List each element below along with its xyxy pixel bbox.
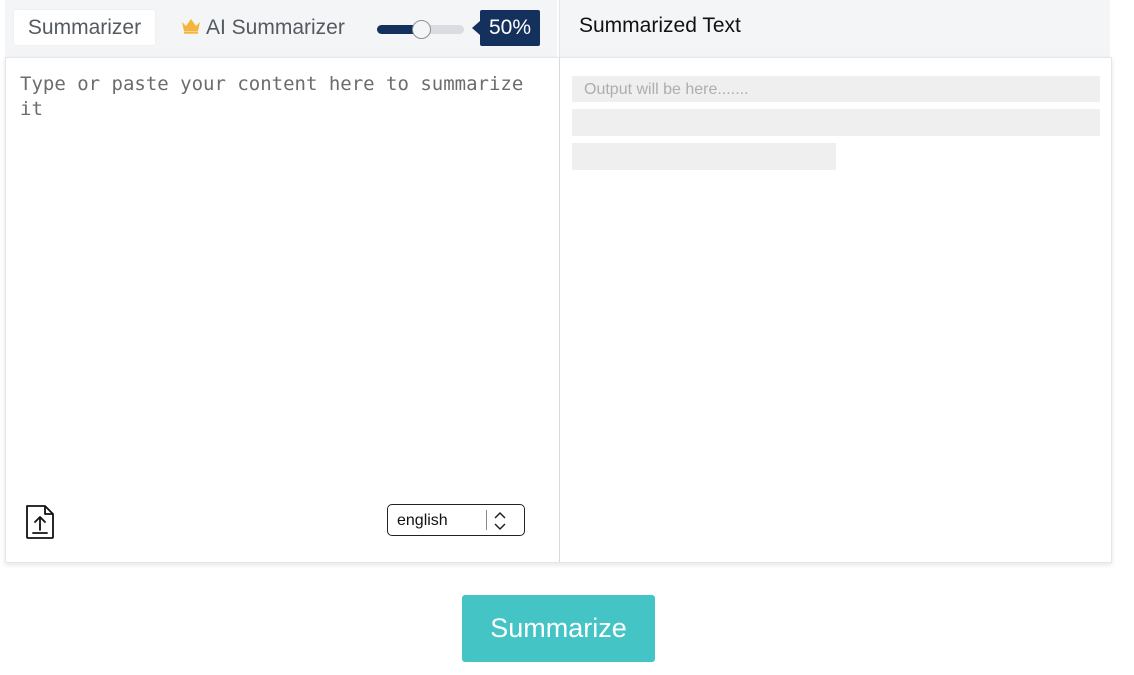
summary-length-badge: 50% <box>472 10 540 46</box>
output-placeholder-line: Output will be here....... <box>572 76 1100 102</box>
tab-ai-summarizer[interactable]: AI Summarizer <box>181 10 345 45</box>
tab-summarizer[interactable]: Summarizer <box>14 10 155 45</box>
slider-thumb[interactable] <box>412 20 431 39</box>
file-upload-icon[interactable] <box>24 504 56 540</box>
language-select-value: english <box>397 512 448 529</box>
output-header: Summarized Text <box>559 0 1110 57</box>
output-placeholder-line <box>572 143 836 170</box>
output-placeholder: Output will be here....... <box>584 81 749 98</box>
select-separator <box>486 510 487 530</box>
panel-divider <box>559 58 560 562</box>
tab-ai-summarizer-label: AI Summarizer <box>206 15 345 39</box>
crown-icon <box>182 18 200 34</box>
chevron-up-down-icon <box>494 511 506 531</box>
summarizer-card: english Output will be here....... <box>5 57 1112 563</box>
input-header: Summarizer AI Summarizer 50% <box>5 0 557 57</box>
summary-length-slider[interactable] <box>377 20 464 39</box>
language-select[interactable]: english <box>387 504 525 536</box>
output-title: Summarized Text <box>579 14 741 37</box>
content-input[interactable] <box>6 58 559 488</box>
output-placeholder-line <box>572 109 1100 136</box>
summarize-button[interactable]: Summarize <box>462 595 655 662</box>
